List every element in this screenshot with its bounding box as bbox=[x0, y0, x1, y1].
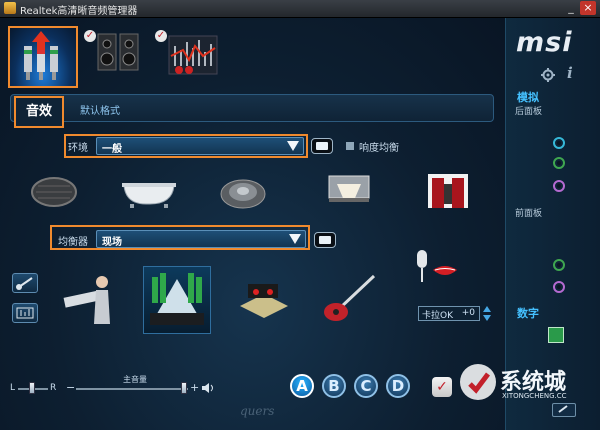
wrench-icon bbox=[558, 405, 568, 413]
stage-environment-icon[interactable] bbox=[424, 170, 472, 212]
karaoke-value: +0 bbox=[461, 308, 475, 318]
guitar-icon bbox=[16, 277, 33, 290]
live-eq-preset[interactable] bbox=[143, 266, 211, 334]
balance-left-label: L bbox=[10, 383, 16, 393]
tab-sound-effects[interactable]: 音效 bbox=[14, 96, 64, 128]
master-volume-label: 主音量 bbox=[123, 375, 147, 384]
master-volume-thumb[interactable] bbox=[181, 382, 187, 394]
speakers-icon bbox=[97, 33, 139, 71]
profile-b-button[interactable]: B bbox=[322, 374, 346, 398]
site-url: XITONGCHENG.CC bbox=[502, 392, 567, 400]
volume-up-button[interactable]: + bbox=[190, 381, 199, 394]
keyboard-player-eq-icon[interactable] bbox=[62, 268, 118, 326]
environment-dropdown[interactable]: 一般 bbox=[96, 137, 304, 155]
karaoke-spin-arrows-icon[interactable] bbox=[482, 305, 492, 322]
live-concert-icon bbox=[150, 273, 204, 325]
title-bar: Realtek高清晰音频管理器 _ × bbox=[0, 0, 600, 18]
loudness-checkbox[interactable] bbox=[346, 142, 354, 150]
digital-output-icon[interactable] bbox=[548, 327, 564, 343]
auditorium-environment-icon[interactable] bbox=[325, 172, 373, 208]
digital-title: 数字 bbox=[517, 307, 539, 320]
rear-line-out-jack[interactable] bbox=[553, 137, 565, 149]
msi-logo: msi bbox=[516, 27, 573, 58]
environment-toggle[interactable] bbox=[311, 138, 333, 154]
audio-jack-plugs-icon bbox=[24, 31, 58, 80]
environment-label: 环境 bbox=[68, 143, 88, 154]
front-panel-label: 前面板 bbox=[515, 209, 543, 219]
room-correction-tab[interactable] bbox=[163, 26, 223, 88]
karaoke-label: 卡拉OK bbox=[422, 311, 453, 321]
front-mic-jack[interactable] bbox=[553, 281, 565, 293]
balance-slider-thumb[interactable] bbox=[29, 382, 35, 394]
rear-green-jack[interactable] bbox=[553, 157, 565, 169]
rock-guitar-eq-icon[interactable] bbox=[320, 272, 378, 324]
karaoke-mic-icon[interactable] bbox=[411, 248, 461, 292]
profile-c-button[interactable]: C bbox=[354, 374, 378, 398]
rear-panel-label: 后面板 bbox=[515, 107, 543, 117]
equalizer-bars-icon bbox=[16, 307, 34, 319]
site-logo-icon bbox=[460, 364, 496, 400]
speaker-app-icon bbox=[4, 2, 16, 14]
tab-default-format[interactable]: 默认格式 bbox=[80, 102, 120, 117]
loudness-label: 响度均衡 bbox=[359, 143, 399, 154]
speakers-device-tab[interactable] bbox=[8, 26, 78, 88]
room-correction-icon bbox=[168, 35, 218, 75]
stone-room-environment-icon[interactable] bbox=[218, 172, 268, 212]
equalizer-toggle[interactable] bbox=[314, 232, 336, 248]
balance-right-label: R bbox=[50, 383, 57, 393]
profile-d-button[interactable]: D bbox=[386, 374, 410, 398]
bathroom-environment-icon[interactable] bbox=[120, 174, 178, 210]
ok-button[interactable]: ✓ bbox=[432, 377, 452, 397]
minimize-button[interactable]: _ bbox=[563, 1, 579, 15]
master-volume-track[interactable] bbox=[76, 388, 188, 390]
karaoke-spinbox[interactable]: 卡拉OK +0 bbox=[418, 306, 480, 321]
signature-watermark: quers bbox=[240, 404, 275, 418]
equalizer-dropdown[interactable]: 现场 bbox=[96, 230, 306, 248]
profile-a-button[interactable]: A bbox=[290, 374, 314, 398]
window-title: Realtek高清晰音频管理器 bbox=[20, 6, 138, 17]
active-check-icon: ✓ bbox=[84, 30, 96, 42]
graphic-eq-button[interactable] bbox=[12, 303, 38, 323]
speaker-config-tab[interactable] bbox=[96, 26, 142, 88]
equalizer-value: 现场 bbox=[102, 237, 122, 248]
close-button[interactable]: × bbox=[580, 1, 596, 15]
dropdown-arrow-icon bbox=[287, 141, 299, 151]
analog-title: 模拟 bbox=[517, 91, 539, 104]
speaker-volume-icon[interactable] bbox=[201, 382, 215, 394]
environment-value: 一般 bbox=[102, 144, 122, 155]
gear-icon[interactable] bbox=[541, 68, 555, 82]
info-icon[interactable]: i bbox=[567, 64, 573, 82]
volume-down-button[interactable]: − bbox=[66, 381, 75, 394]
equalizer-label: 均衡器 bbox=[58, 237, 88, 248]
club-eq-icon[interactable] bbox=[236, 276, 292, 322]
guitar-mode-button[interactable] bbox=[12, 273, 38, 293]
sewer-pipe-environment-icon[interactable] bbox=[28, 172, 80, 212]
rear-mic-jack[interactable] bbox=[553, 180, 565, 192]
dropdown-arrow-icon bbox=[289, 234, 301, 244]
wrench-settings-button[interactable] bbox=[552, 403, 576, 417]
front-headphone-jack[interactable] bbox=[553, 259, 565, 271]
